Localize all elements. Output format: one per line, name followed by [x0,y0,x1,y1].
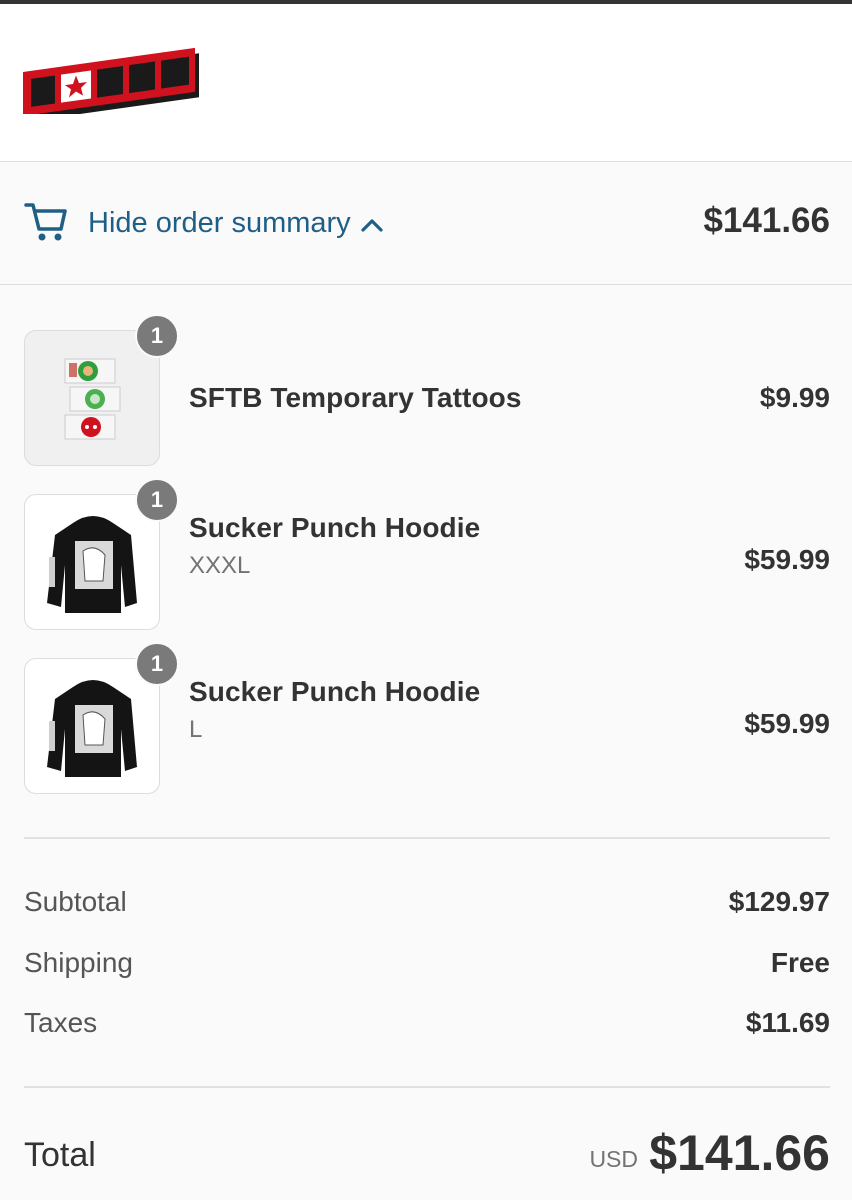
item-price: $9.99 [759,382,830,413]
total-label: Total [24,1136,96,1174]
list-item: 1 Sucker Punch Hoodie L $59.99 [0,614,852,794]
item-price: $59.99 [744,544,830,575]
quantity-badge: 1 [135,478,179,522]
brand-logo[interactable] [23,44,203,122]
shipping-label: Shipping [24,947,133,978]
subtotal-label: Subtotal [24,886,127,917]
item-variant: L [189,716,203,743]
list-item: 1 SFTB Temporary Tattoos $9.99 [0,286,852,466]
chevron-up-icon [361,207,383,240]
total-currency: USD [589,1146,638,1172]
item-name: Sucker Punch Hoodie [189,676,481,707]
list-item: 1 Sucker Punch Hoodie XXXL $59.99 [0,450,852,630]
site-header [0,4,852,162]
item-price: $59.99 [744,708,830,739]
quantity-badge: 1 [135,314,179,358]
product-image: 1 [24,314,179,466]
divider [24,837,830,839]
subtotal-value: $129.97 [728,886,830,917]
item-name: Sucker Punch Hoodie [189,512,481,543]
order-summary-toggle-bar: Hide order summary $141.66 [0,163,852,285]
item-variant: XXXL [189,552,251,579]
divider [24,1086,830,1088]
taxes-label: Taxes [24,1007,98,1038]
hide-order-summary-link[interactable]: Hide order summary [88,203,383,243]
quantity-badge: 1 [135,642,179,686]
product-image: 1 [24,642,179,794]
summary-total: $141.66 [703,201,830,240]
toggle-label: Hide order summary [88,206,351,239]
item-name: SFTB Temporary Tattoos [189,382,522,413]
total-value: $141.66 [649,1125,830,1181]
cart-icon[interactable] [24,201,68,248]
shipping-value: Free [770,947,830,978]
taxes-value: $11.69 [745,1007,830,1038]
product-image: 1 [24,478,179,630]
